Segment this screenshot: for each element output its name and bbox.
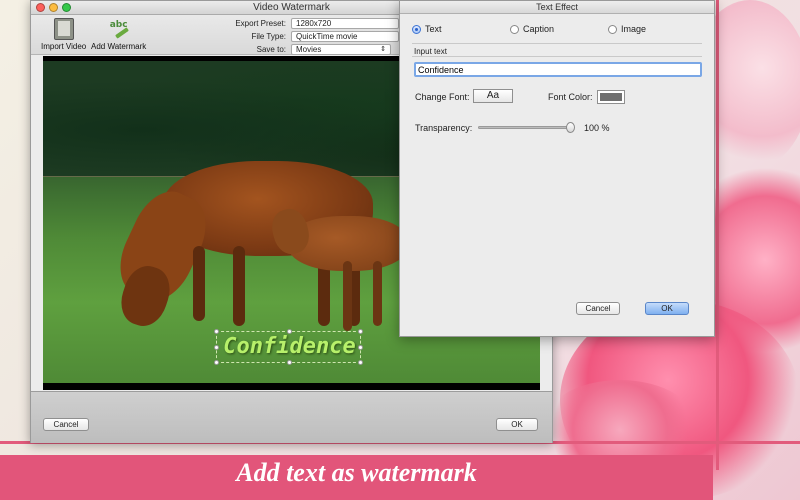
save-to-label: Save to: (256, 45, 286, 54)
mode-radio-text-label: Text (425, 24, 442, 34)
change-font-button[interactable]: Aa (473, 89, 513, 103)
mare-leg (233, 246, 245, 326)
cancel-button[interactable]: Cancel (43, 418, 89, 431)
foal-leg (373, 261, 382, 326)
mode-radio-text[interactable]: Text (412, 24, 442, 34)
dialog-ok-button[interactable]: OK (645, 302, 689, 315)
file-type-select[interactable]: QuickTime movie (291, 31, 399, 42)
film-icon (53, 18, 74, 40)
transparency-label: Transparency: (415, 123, 473, 133)
mode-radio-image-label: Image (621, 24, 647, 34)
transparency-slider[interactable] (478, 122, 575, 133)
save-to-select[interactable]: Movies ⇕ (291, 44, 391, 55)
watermark-bounding-box[interactable]: Confidence (214, 329, 363, 365)
save-to-value: Movies (296, 45, 322, 54)
export-preset-value: 1280x720 (296, 19, 332, 28)
mare-leg (193, 246, 205, 321)
font-color-label: Font Color: (548, 92, 593, 102)
divider (412, 43, 702, 44)
export-preset-select[interactable]: 1280x720 (291, 18, 399, 29)
radio-unselected-icon (608, 24, 617, 34)
resize-handle[interactable] (214, 360, 219, 365)
divider (412, 56, 702, 57)
export-preset-label: Export Preset: (235, 19, 286, 28)
mode-radio-caption-label: Caption (523, 24, 555, 34)
watermark-text-input[interactable] (414, 62, 702, 77)
bottom-bar: Cancel OK (31, 391, 552, 443)
abc-pencil-icon: abc (109, 18, 129, 40)
radio-unselected-icon (510, 24, 519, 34)
change-font-label: Change Font: (415, 92, 470, 102)
watermark-text: Confidence (223, 334, 356, 359)
decor-vertical-line (716, 0, 719, 470)
close-window-button[interactable] (36, 3, 45, 12)
dialog-cancel-button[interactable]: Cancel (576, 302, 620, 315)
resize-handle[interactable] (287, 360, 292, 365)
foal-leg (343, 261, 352, 331)
file-type-label: File Type: (251, 32, 286, 41)
ok-button[interactable]: OK (496, 418, 538, 431)
minimize-window-button[interactable] (49, 3, 58, 12)
transparency-value: 100 % (584, 123, 610, 133)
file-type-value: QuickTime movie (296, 32, 358, 41)
slider-knob[interactable] (566, 122, 575, 133)
add-watermark-button[interactable]: abc Add Watermark (91, 18, 146, 51)
text-effect-dialog: Text Effect Text Caption Image Input tex… (399, 0, 715, 337)
dialog-title: Text Effect (400, 1, 714, 14)
zoom-window-button[interactable] (62, 3, 71, 12)
font-color-fill (600, 93, 622, 101)
mode-radio-image[interactable]: Image (608, 24, 646, 34)
import-video-button[interactable]: Import Video (41, 18, 86, 51)
mode-radio-caption[interactable]: Caption (510, 24, 554, 34)
promo-banner: Add text as watermark (0, 455, 713, 500)
radio-selected-icon (412, 24, 421, 34)
font-color-swatch[interactable] (597, 90, 625, 104)
updown-arrow-icon: ⇕ (380, 46, 386, 53)
add-watermark-label: Add Watermark (91, 42, 147, 51)
window-controls (36, 3, 71, 12)
resize-handle[interactable] (358, 360, 363, 365)
input-text-label: Input text (414, 47, 447, 56)
import-video-label: Import Video (41, 42, 87, 51)
banner-text: Add text as watermark (236, 458, 477, 487)
